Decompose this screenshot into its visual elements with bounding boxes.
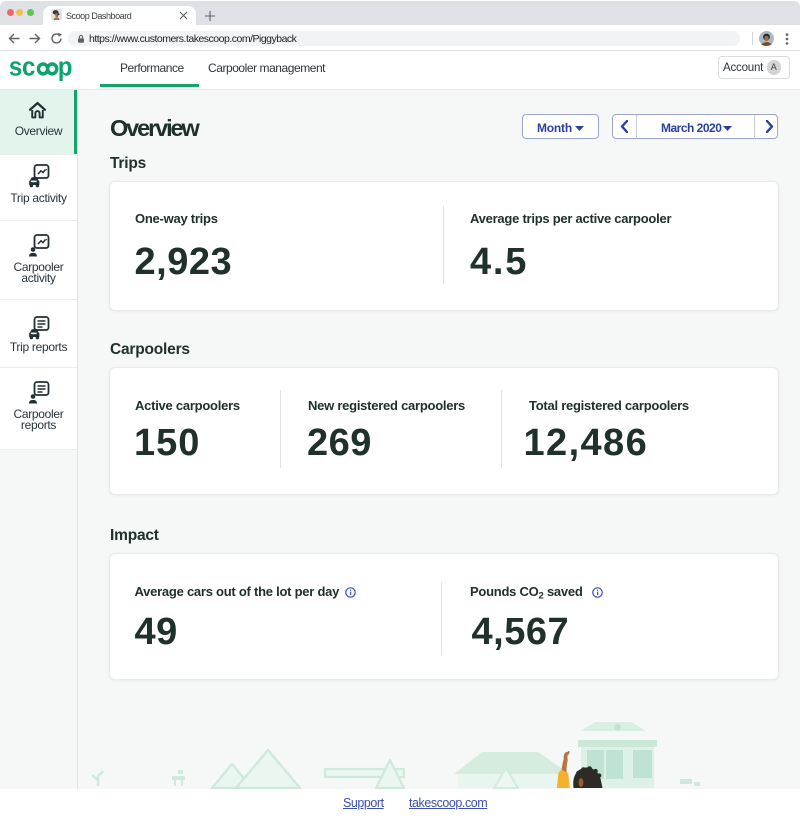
svg-text:sc: sc xyxy=(9,54,36,82)
svg-text:p: p xyxy=(58,54,73,82)
